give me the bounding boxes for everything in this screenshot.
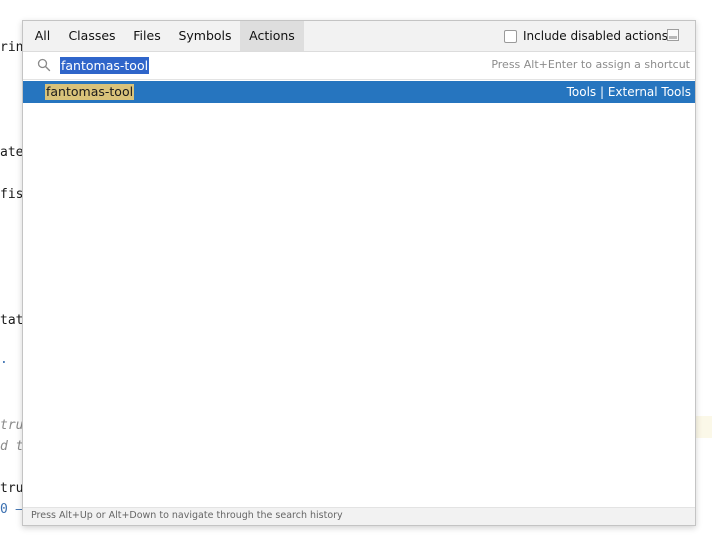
code-fragment: 0 — bbox=[0, 502, 24, 517]
search-hint: Press Alt+Enter to assign a shortcut bbox=[491, 58, 690, 71]
code-fragment: tat bbox=[0, 313, 24, 328]
footer-hint-bar: Press Alt+Up or Alt+Down to navigate thr… bbox=[23, 507, 695, 525]
result-group-path: Tools | External Tools bbox=[566, 85, 691, 99]
tabs-bar: All Classes Files Symbols Actions Includ… bbox=[23, 21, 695, 52]
code-fragment: rin bbox=[0, 40, 24, 55]
tab-all[interactable]: All bbox=[27, 21, 58, 51]
code-fragment: ate bbox=[0, 145, 24, 160]
search-bar: fantomas-tool Press Alt+Enter to assign … bbox=[23, 52, 695, 80]
screen: rin ate fis tat . tru d t tru 0 — All Cl… bbox=[0, 0, 712, 539]
tab-symbols[interactable]: Symbols bbox=[173, 21, 237, 51]
code-fragment: . bbox=[0, 352, 8, 367]
result-item[interactable]: fantomas-tool Tools | External Tools bbox=[23, 81, 695, 103]
include-disabled-checkbox[interactable] bbox=[504, 29, 517, 43]
tab-actions[interactable]: Actions bbox=[240, 21, 304, 51]
pin-window-icon[interactable] bbox=[667, 29, 679, 41]
editor-highlight-strip bbox=[696, 416, 712, 438]
code-fragment: d t bbox=[0, 439, 24, 454]
search-input[interactable]: fantomas-tool bbox=[60, 57, 150, 74]
tab-classes[interactable]: Classes bbox=[63, 21, 121, 51]
footer-hint: Press Alt+Up or Alt+Down to navigate thr… bbox=[31, 510, 343, 521]
code-fragment: tru bbox=[0, 481, 24, 496]
include-disabled-actions[interactable]: Include disabled actions bbox=[504, 27, 668, 45]
code-fragment: tru bbox=[0, 418, 24, 433]
result-name: fantomas-tool bbox=[45, 84, 135, 100]
tab-files[interactable]: Files bbox=[127, 21, 167, 51]
search-everywhere-popup: All Classes Files Symbols Actions Includ… bbox=[22, 20, 696, 526]
code-fragment: fis bbox=[0, 187, 24, 202]
search-icon bbox=[37, 58, 51, 72]
include-disabled-label: Include disabled actions bbox=[523, 29, 669, 43]
